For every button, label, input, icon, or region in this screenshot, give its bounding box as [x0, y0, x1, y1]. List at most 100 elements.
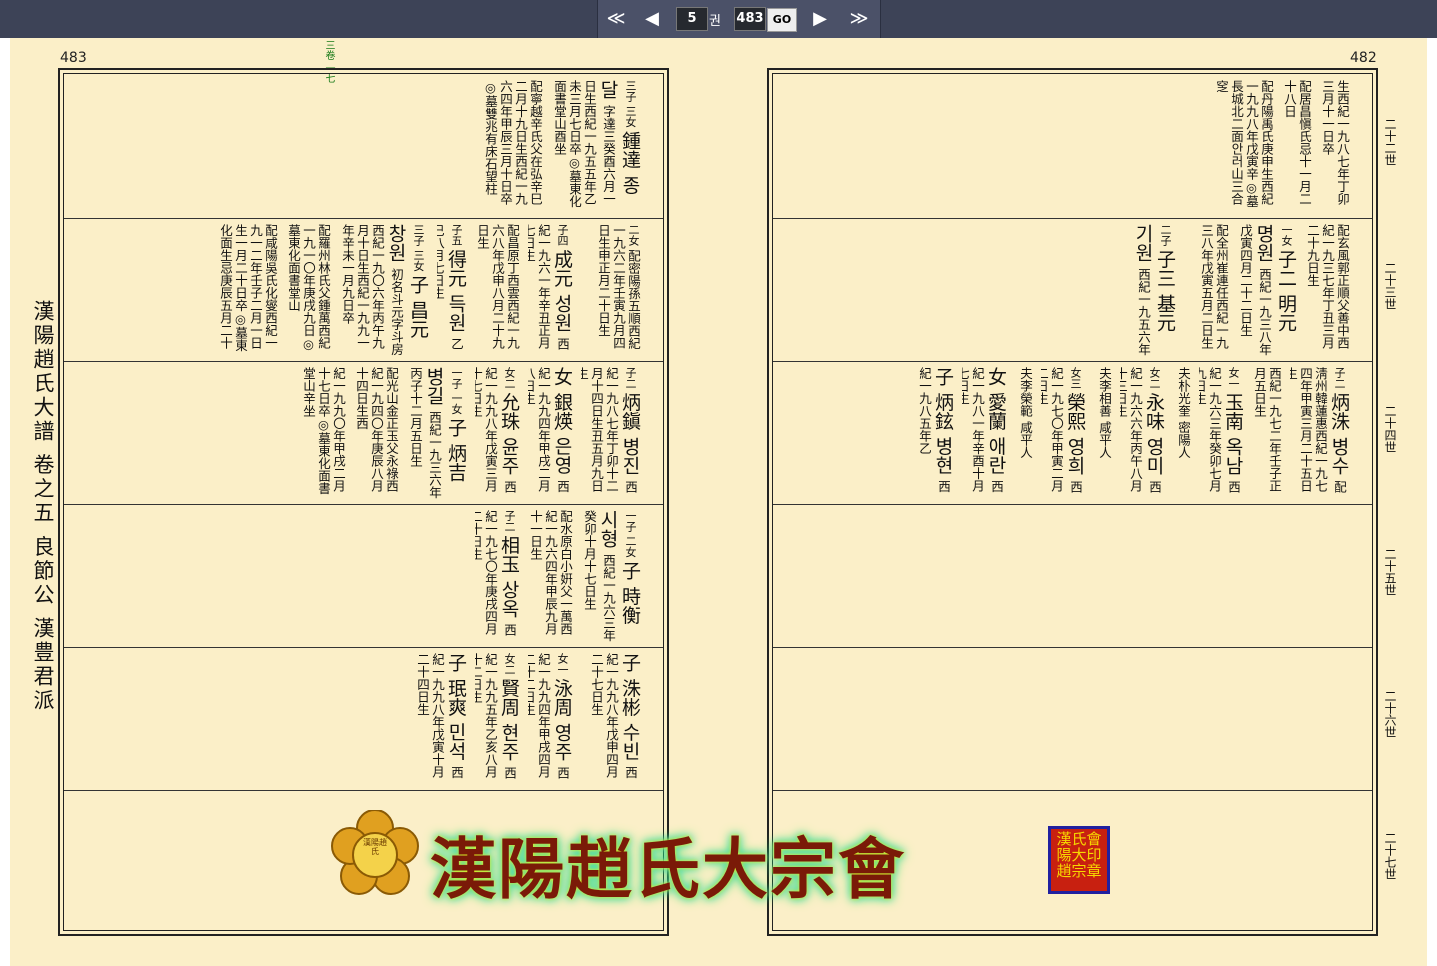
generation-label: 二十五世: [1383, 548, 1397, 596]
relation-label: 三子 三女: [412, 224, 425, 275]
right-page-frame: 生西紀一九八七年丁卯三月十一日卒 配居昌愼氏忌十一月二十八日 配丹陽禹氏庚申生西紀一…: [767, 68, 1378, 936]
page-input[interactable]: 483: [734, 7, 766, 31]
genealogy-entry: 女二 賢周 현주 西紀一九九五年乙亥八月十二日生: [475, 653, 520, 785]
person-details: 配羅州林氏父鍾萬西紀一九一〇年庚戌九日◎墓東化面書堂山: [286, 224, 331, 352]
genealogy-entry: 配咸陽吳氏化燮西紀一九一二年壬子二月一日生一月二十日卒◎墓東化面生忌庚辰五月二十: [203, 224, 278, 356]
genealogy-entry: 配寧越辛氏父在弘辛巳二月十九日生西紀一九六四年甲辰三月十日卒◎墓雙兆有床石望柱: [468, 80, 543, 212]
emblem-text: 漢陽趙氏: [363, 838, 387, 856]
person-name: 子 洙彬 수빈: [619, 653, 641, 767]
genealogy-entry: 女 銀煐 은영 西紀一九九四年甲戌二月八日生: [528, 367, 573, 499]
relation-label: 女一: [1227, 367, 1240, 393]
person-name: 相玉 상옥: [498, 535, 520, 624]
relation-label: 二女: [627, 224, 640, 250]
person-details: 配咸陽吳氏化燮西紀一九一二年壬子二月一日生一月二十日卒◎墓東化面生忌庚辰五月二十: [218, 224, 278, 352]
relation-label: 一子 二女: [624, 510, 637, 561]
right-row-3: 子二 炳洙 병수 配淸州韓蓮惠西紀一九七四年甲寅三月二十五日生 西紀一九七二年壬子…: [773, 361, 1372, 505]
person-details: 配居昌愼氏忌十一月二十八日: [1282, 80, 1312, 205]
next-page-button[interactable]: ▶: [806, 4, 834, 34]
genealogy-entry: 生西紀一九八七年丁卯三月十一日卒: [1320, 80, 1350, 212]
generation-label: 二十三世: [1383, 262, 1397, 310]
person-details: 配光山金正玉父永祿西紀一九四〇年庚辰八月十四日生西: [354, 367, 399, 492]
person-name: 炳洙 병수: [1328, 392, 1350, 481]
genealogy-entry: 女 愛蘭 애란 西紀一九八一年辛酉十月七日生: [962, 367, 1007, 499]
person-details: 配昌原丁西雲西紀一九六八年戊申八月二十九日生: [475, 224, 520, 349]
person-name: 永味 영미: [1143, 392, 1165, 481]
genealogy-entry: 配羅州林氏父鍾萬西紀一九一〇年庚戌九日◎墓東化面書堂山: [286, 224, 331, 356]
person-details: 配全州崔連任西紀一九三八年戊寅五月二日生: [1199, 224, 1229, 349]
genealogy-entry: 二女 配密陽孫五順西紀一九六二年壬寅九月四日生申正月二十日生: [581, 224, 641, 356]
genealogy-entry: 子二 炳鎭 병진 西紀一九八七年丁卯十二月十四日生丑五月九日生: [581, 367, 641, 499]
person-details: 配寧越辛氏父在弘辛巳二月十九日生西紀一九六四年甲辰三月十日卒◎墓雙兆有床石望柱: [483, 80, 543, 205]
relation-label: 一女: [1280, 224, 1293, 250]
relation-label: 子五: [450, 224, 463, 250]
person-details: 生西紀一九八七年丁卯三月十一日卒: [1320, 80, 1350, 205]
generation-label: 二十二世: [1383, 118, 1397, 166]
go-button[interactable]: GO: [767, 8, 797, 32]
genealogy-entry: 女一 玉南 옥남 西紀一九六三年癸卯七月九日生: [1199, 367, 1244, 499]
person-details: 夫李相善 咸平人: [1097, 367, 1112, 459]
left-row-5: 子 洙彬 수빈 西紀一九九八年戊申四月二十七日生 女一 泳周 영주 西紀一九九四年…: [64, 647, 663, 791]
relation-label: 一子 一女: [450, 367, 463, 418]
genealogy-entry: 一女 子二 明元 명원 西紀一九三八年戊寅四月二十二日生: [1237, 224, 1297, 356]
volume-input[interactable]: 5: [676, 7, 708, 31]
relation-label: 子二: [1333, 367, 1346, 393]
left-row-4: 一子 二女 子 時衡 시형 西紀一九六三年癸卯十月十七日生 配水原白小姸父一萬西紀…: [64, 504, 663, 648]
person-name: 賢周 현주: [498, 678, 520, 767]
relation-label: 女二: [503, 653, 516, 679]
genealogy-entry: 配居昌愼氏忌十一月二十八日: [1282, 80, 1312, 212]
person-name: 女 愛蘭 애란: [985, 367, 1007, 481]
generation-label: 二十六世: [1383, 690, 1397, 738]
relation-label: 女一: [556, 653, 569, 679]
relation-label: 子四: [556, 224, 569, 250]
genealogy-entry: 夫李榮範 咸平人: [1015, 367, 1033, 499]
person-name: 允珠 윤주: [498, 392, 520, 481]
genealogy-entry: 女二 允珠 윤주 西紀一九九八年戊寅三月十七日生: [475, 367, 520, 499]
person-details: 夫李榮範 咸平人: [1018, 367, 1033, 459]
first-page-button[interactable]: ≪: [600, 4, 632, 34]
person-name: 玉南 옥남: [1222, 392, 1244, 481]
left-row-2: 二女 配密陽孫五順西紀一九六二年壬寅九月四日生申正月二十日生 子四 成元 성원 西…: [64, 218, 663, 362]
person-name: 得元 득원: [445, 249, 467, 338]
relation-label: 子二: [624, 367, 637, 393]
person-name: 成元 성원: [551, 249, 573, 338]
person-details: 西紀一九七二年壬子正月五日生: [1252, 367, 1282, 492]
genealogy-entry: 子五 得元 득원 乙巳八月七日生: [437, 224, 467, 356]
person-name: 女 銀煐 은영: [551, 367, 573, 481]
genealogy-entry: 子二 相玉 상옥 西紀一九七〇年庚戌四月二十日生: [475, 510, 520, 642]
person-name: 子 珉爽 민석: [445, 653, 467, 767]
generation-label: 二十四世: [1383, 405, 1397, 453]
relation-label: 女二: [1148, 367, 1161, 393]
left-page-number: 483: [60, 50, 87, 66]
genealogy-entry: 配水原白小姸父一萬西紀一九六四年甲辰九月十一日生: [528, 510, 573, 642]
prev-page-button[interactable]: ◀: [638, 4, 666, 34]
right-row-4: [773, 504, 1372, 648]
volume-unit-label: 권: [709, 14, 721, 29]
person-name: 榮熙 영희: [1064, 392, 1086, 481]
genealogy-entry: 女一 泳周 영주 西紀一九九四年甲戌四月二十二日生: [528, 653, 573, 785]
left-row-1: 三子 三女 鍾達 종달 字達三癸酉六月一日生西紀一九五五年乙未三月七日卒◎墓東化…: [64, 74, 663, 219]
last-page-button[interactable]: ≫: [842, 4, 876, 34]
genealogy-entry: 配玄風郭正順父善中西紀一九三七年丁丑三月二十九日生: [1305, 224, 1350, 356]
person-details: 配水原白小姸父一萬西紀一九六四年甲辰九月十一日生: [528, 510, 573, 635]
clan-association-logo: 漢陽趙氏 漢陽趙氏大宗會 漢氏會 陽大印 趙宗章: [330, 810, 1115, 908]
genealogy-entry: 子二 炳洙 병수 配淸州韓蓮惠西紀一九七四年甲寅三月二十五日生: [1290, 367, 1350, 499]
person-details: 夫朴光奎 密陽人: [1176, 367, 1191, 459]
seal-stamp: 漢氏會 陽大印 趙宗章: [1048, 826, 1110, 894]
right-row-1: 生西紀一九八七年丁卯三月十一日卒 配居昌愼氏忌十一月二十八日 配丹陽禹氏庚申生西紀一…: [773, 74, 1372, 219]
genealogy-entry: 子 珉爽 민석 西紀一九九八年戊寅十月二十四日生: [407, 653, 467, 785]
relation-label: 二子: [1159, 224, 1172, 250]
relation-label: 女二: [503, 367, 516, 393]
right-row-2: 配玄風郭正順父善中西紀一九三七年丁丑三月二十九日生 一女 子二 明元 명원 西紀一…: [773, 218, 1372, 362]
genealogy-entry: 配全州崔連任西紀一九三八年戊寅五月二日生: [1184, 224, 1229, 356]
genealogy-entry: 配丹陽禹氏庚申生西紀一九九八年戊寅辛◎墓長城北二面안러山三合窆: [1214, 80, 1274, 212]
genealogy-entry: 西紀一九七二年壬子正月五日生: [1252, 367, 1282, 499]
generation-label: 二十七世: [1383, 832, 1397, 880]
right-row-5: [773, 647, 1372, 791]
genealogy-entry: 二子 子三 基元 기원 西紀一九五六年丙: [1131, 224, 1176, 356]
genealogy-entry: 女三 榮熙 영희 西紀一九七〇年甲寅二月二日生: [1041, 367, 1086, 499]
left-page-frame: 三子 三女 鍾達 종달 字達三癸酉六月一日生西紀一九五五年乙未三月七日卒◎墓東化…: [58, 68, 669, 936]
person-name: 炳鎭 병진: [619, 392, 641, 481]
person-details: 配丹陽禹氏庚申生西紀一九九八年戊寅辛◎墓長城北二面안러山三合窆: [1214, 80, 1274, 208]
person-details: 紀一九九〇年甲戌二月十七日卒◎墓東化面書堂山辛坐: [301, 367, 346, 495]
logo-text: 漢陽趙氏大宗會: [430, 830, 906, 908]
